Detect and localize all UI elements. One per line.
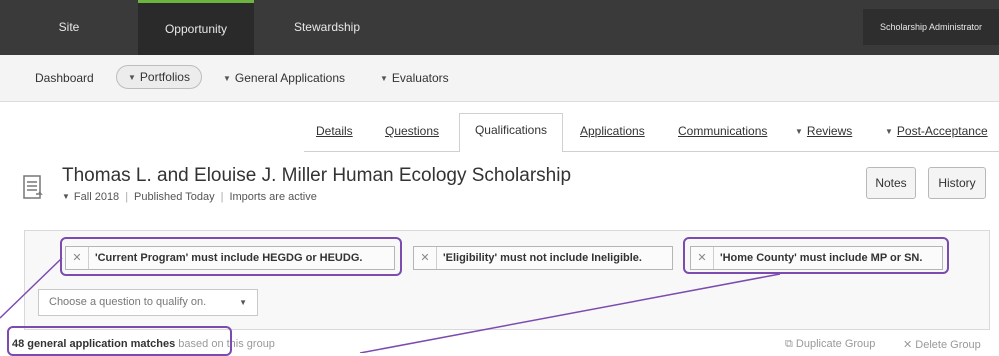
annotation-line: [0, 257, 63, 319]
annotation-connector-lines: [0, 257, 781, 353]
annotation-line: [359, 273, 781, 353]
